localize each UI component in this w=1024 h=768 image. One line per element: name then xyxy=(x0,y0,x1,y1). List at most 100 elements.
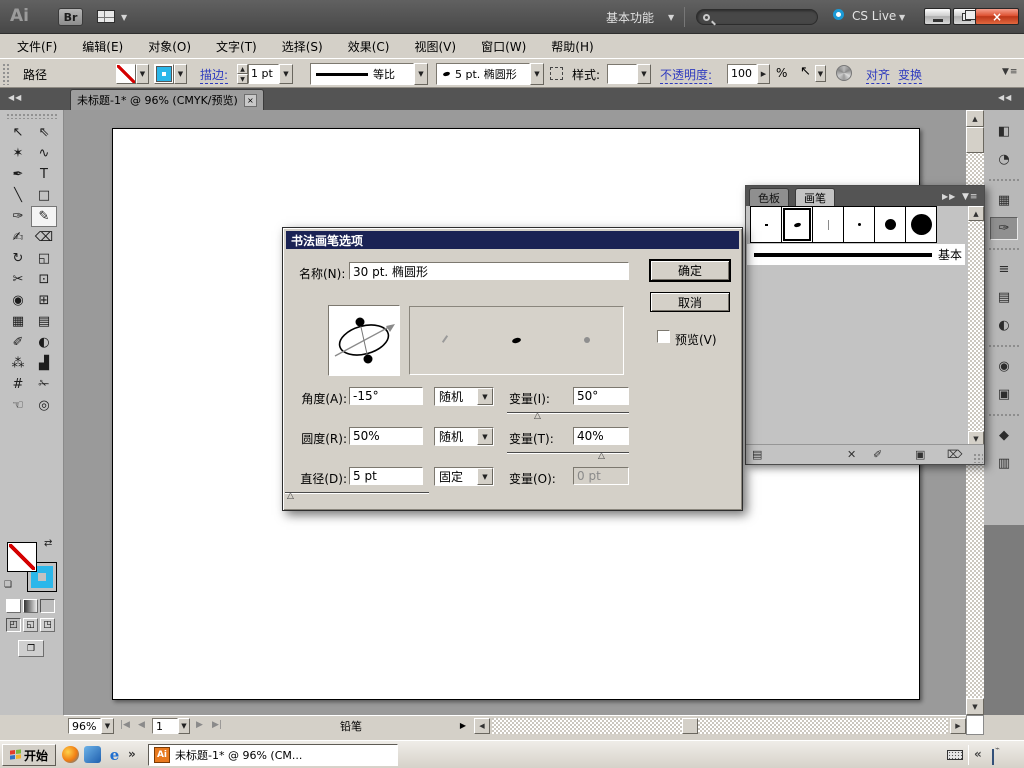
scroll-up-icon[interactable]: ▲ xyxy=(966,110,984,127)
column-graph-tool[interactable]: ▟ xyxy=(31,353,57,374)
first-artboard-icon[interactable]: |◀ xyxy=(120,720,130,730)
tray-collapse-icon[interactable]: « xyxy=(974,747,982,761)
slice-tool[interactable]: ✁ xyxy=(31,374,57,395)
fill-color-dropdown-icon[interactable]: ▼ xyxy=(136,64,149,84)
stroke-weight-input[interactable]: 1 pt xyxy=(248,64,279,84)
artboard-dropdown-icon[interactable]: ▼ xyxy=(178,718,190,734)
next-artboard-icon[interactable]: ▶ xyxy=(196,720,203,730)
width-profile-dropdown[interactable]: 等比 xyxy=(310,63,414,85)
workspace-dropdown-icon[interactable]: ▼ xyxy=(668,13,674,22)
brush-options-icon[interactable]: ✐ xyxy=(873,448,882,461)
panel-collapse-icon[interactable]: ▶▶ xyxy=(942,192,956,201)
zoom-dropdown-icon[interactable]: ▼ xyxy=(101,718,114,734)
stroke-color-swatch[interactable] xyxy=(154,64,174,84)
brushes-scrollbar[interactable]: ▲ ▼ xyxy=(968,206,984,446)
roundness-mode-dropdown[interactable]: 随机 ▼ xyxy=(434,427,494,446)
magic-wand-tool[interactable]: ✶ xyxy=(5,143,31,164)
color-mode-button[interactable] xyxy=(6,599,21,613)
brushes-panel-menu-icon[interactable]: ▼≡ xyxy=(962,192,978,202)
diameter-mode-dropdown-icon[interactable]: ▼ xyxy=(477,468,493,485)
quick-launch-expand-icon[interactable]: » xyxy=(128,747,136,761)
opacity-input[interactable]: 100 xyxy=(727,64,757,84)
close-button[interactable]: × xyxy=(975,8,1019,25)
angle-variation-input[interactable] xyxy=(573,387,629,405)
diameter-slider[interactable] xyxy=(285,492,429,494)
angle-input[interactable] xyxy=(349,387,423,405)
status-popup-icon[interactable]: ▶ xyxy=(460,721,466,730)
controlbar-grip[interactable] xyxy=(2,63,10,85)
brush-item-6[interactable] xyxy=(905,206,937,243)
new-brush-icon[interactable]: ▣ xyxy=(915,448,925,461)
preview-checkbox[interactable] xyxy=(657,330,670,343)
brush-item-1[interactable] xyxy=(750,206,782,243)
style-dropdown-icon[interactable]: ▼ xyxy=(637,64,651,84)
gradient-tool[interactable]: ▤ xyxy=(31,311,57,332)
delete-brush-icon[interactable]: ⌦ xyxy=(947,448,963,461)
line-segment-tool[interactable]: ╲ xyxy=(5,185,31,206)
artboards-panel-icon[interactable]: ▥ xyxy=(990,452,1018,475)
bridge-button[interactable]: Br xyxy=(58,8,83,26)
horizontal-scroll-thumb[interactable] xyxy=(682,718,698,734)
recolor-artwork-icon[interactable] xyxy=(836,65,852,81)
artboard-number-input[interactable]: 1 xyxy=(152,718,178,734)
roundness-mode-dropdown-icon[interactable]: ▼ xyxy=(477,428,493,445)
stroke-color-dropdown-icon[interactable]: ▼ xyxy=(174,64,187,84)
blob-brush-tool[interactable]: ✍ xyxy=(5,227,31,248)
angle-mode-dropdown-icon[interactable]: ▼ xyxy=(477,388,493,405)
brush-group-row[interactable]: 基本 xyxy=(747,244,965,265)
cs-live-dropdown-icon[interactable]: ▼ xyxy=(899,13,905,22)
messenger-icon[interactable] xyxy=(84,746,101,763)
mesh-tool[interactable]: ▦ xyxy=(5,311,31,332)
pen-tool[interactable]: ✒ xyxy=(5,164,31,185)
brush-item-4[interactable] xyxy=(843,206,875,243)
angle-variation-slider-thumb[interactable]: △ xyxy=(534,411,541,421)
draw-normal-button[interactable]: ◰ xyxy=(6,618,21,632)
menubar-item-7[interactable]: 窗口(W) xyxy=(477,36,530,57)
selection-tool[interactable]: ↖ xyxy=(5,122,31,143)
eraser-tool[interactable]: ⌫ xyxy=(31,227,57,248)
zoom-level-input[interactable]: 96% xyxy=(68,718,101,734)
transparency-panel-icon[interactable]: ◐ xyxy=(990,314,1018,337)
dock-collapse-icon[interactable]: ◀◀ xyxy=(998,93,1012,102)
symbol-sprayer-tool[interactable]: ⁂ xyxy=(5,353,31,374)
control-panel-menu-icon[interactable]: ▼≡ xyxy=(1002,67,1018,77)
fill-swatch[interactable] xyxy=(7,542,37,572)
swatches-panel-icon[interactable]: ▦ xyxy=(990,189,1018,212)
graphic-styles-panel-icon[interactable]: ▣ xyxy=(990,383,1018,406)
menubar-item-2[interactable]: 对象(O) xyxy=(144,36,195,57)
workspace-switcher[interactable]: 基本功能 xyxy=(606,9,654,26)
shape-properties-icon[interactable] xyxy=(550,67,563,80)
select-similar-dropdown-icon[interactable]: ▼ xyxy=(815,65,826,82)
color-guide-panel-icon[interactable]: ◔ xyxy=(990,148,1018,171)
menubar-item-3[interactable]: 文字(T) xyxy=(212,36,261,57)
scroll-right-icon[interactable]: ▶ xyxy=(950,718,966,734)
brush-item-5[interactable] xyxy=(874,206,906,243)
default-fill-stroke-icon[interactable]: ❏ xyxy=(4,580,12,590)
brush-item-2[interactable] xyxy=(781,206,813,243)
tools-collapse-icon[interactable]: ◀◀ xyxy=(8,93,22,102)
panel-resize-grip[interactable] xyxy=(973,453,983,463)
appearance-panel-icon[interactable]: ◉ xyxy=(990,355,1018,378)
horizontal-scrollbar[interactable] xyxy=(492,718,948,734)
hand-tool[interactable]: ☜ xyxy=(5,395,31,416)
ok-button[interactable]: 确定 xyxy=(650,260,730,281)
last-artboard-icon[interactable]: ▶| xyxy=(212,720,222,730)
select-similar-icon[interactable]: ↖ xyxy=(800,64,811,79)
stroke-weight-dropdown-icon[interactable]: ▼ xyxy=(279,64,293,84)
eyedropper-tool[interactable]: ✐ xyxy=(5,332,31,353)
menubar-item-0[interactable]: 文件(F) xyxy=(13,36,61,57)
rectangle-tool[interactable]: □ xyxy=(31,185,57,206)
brush-item-3[interactable] xyxy=(812,206,844,243)
gradient-mode-button[interactable] xyxy=(23,599,38,613)
opacity-slider-icon[interactable]: ▶ xyxy=(757,64,770,84)
cancel-button[interactable]: 取消 xyxy=(650,292,730,312)
angle-mode-dropdown[interactable]: 随机 ▼ xyxy=(434,387,494,406)
stroke-weight-up-icon[interactable]: ▲ xyxy=(237,64,248,74)
minimize-button[interactable] xyxy=(924,8,951,25)
width-tool[interactable]: ✂ xyxy=(5,269,31,290)
blend-tool[interactable]: ◐ xyxy=(31,332,57,353)
arrange-documents-dropdown-icon[interactable]: ▼ xyxy=(121,13,127,22)
free-transform-tool[interactable]: ⊡ xyxy=(31,269,57,290)
brush-definition-dropdown[interactable]: 5 pt. 椭圆形 xyxy=(436,63,530,85)
transform-panel-link[interactable]: 变换 xyxy=(898,66,922,84)
